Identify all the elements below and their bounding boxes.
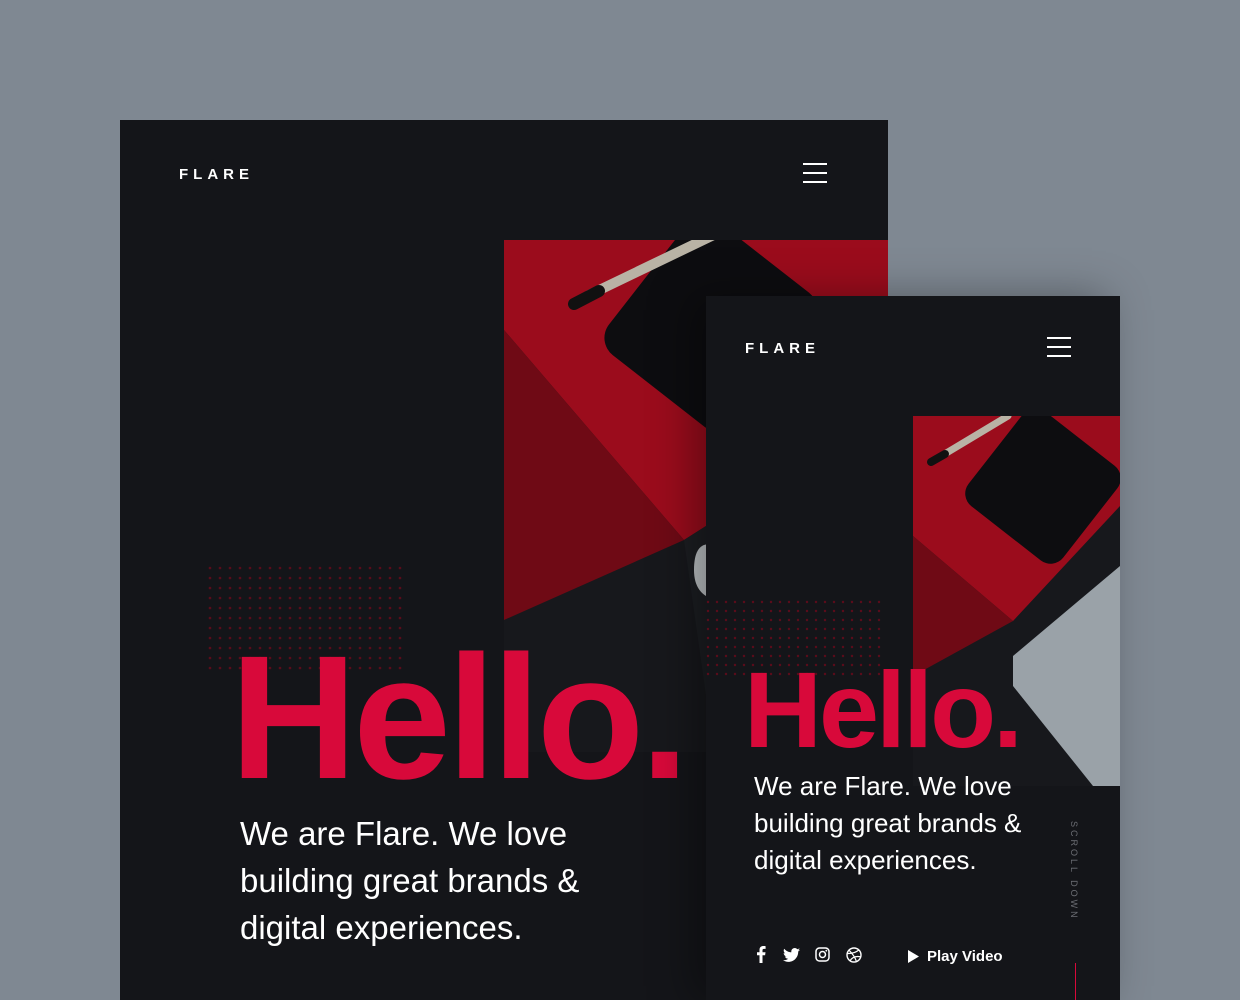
menu-line	[1047, 346, 1071, 348]
site-logo[interactable]: FLARE	[179, 166, 254, 183]
scroll-down-link[interactable]: SCROLL DOWN	[1069, 821, 1079, 921]
play-video-button[interactable]: Play Video	[908, 948, 1003, 965]
menu-line	[803, 172, 827, 174]
hero-tagline: We are Flare. We love building great bra…	[240, 815, 580, 946]
menu-line	[803, 181, 827, 183]
play-video-label: Play Video	[927, 948, 1003, 965]
facebook-icon[interactable]	[752, 946, 769, 963]
play-icon	[908, 950, 919, 963]
hero-tagline: We are Flare. We love building great bra…	[754, 771, 1022, 875]
hamburger-menu-icon[interactable]	[803, 163, 827, 183]
hero-heading: Hello.	[744, 649, 1023, 770]
phone-mockup: FLARE Hello. We are Flare. We love build…	[706, 296, 1120, 1000]
scroll-indicator-line	[1075, 963, 1076, 1000]
menu-line	[803, 163, 827, 165]
hero-heading: Hello.	[230, 620, 689, 816]
menu-line	[1047, 355, 1071, 357]
menu-line	[1047, 337, 1071, 339]
dribbble-icon[interactable]	[845, 946, 862, 963]
site-logo[interactable]: FLARE	[745, 340, 820, 357]
social-links	[752, 946, 862, 963]
instagram-icon[interactable]	[814, 946, 831, 963]
twitter-icon[interactable]	[783, 946, 800, 963]
hamburger-menu-icon[interactable]	[1047, 337, 1071, 357]
